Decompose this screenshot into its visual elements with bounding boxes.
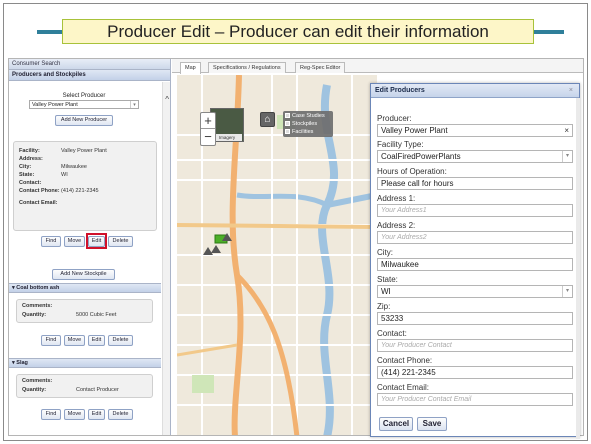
- zip-field[interactable]: 53233: [377, 312, 573, 325]
- contact-label: Contact:: [377, 329, 407, 338]
- city-label: City:: [377, 248, 393, 257]
- close-icon[interactable]: ×: [569, 84, 573, 98]
- scroll-up-icon[interactable]: ^: [165, 95, 169, 104]
- cancel-button[interactable]: Cancel: [379, 417, 413, 431]
- checkbox-icon[interactable]: [285, 121, 290, 126]
- layer-list: Case Studies Stockpiles Facilities: [283, 111, 333, 137]
- address2-label: Address 2:: [377, 221, 416, 230]
- move-stockpile-coal-button[interactable]: Move: [64, 335, 85, 346]
- edit-highlight-box: [86, 233, 107, 249]
- email-field[interactable]: Your Producer Contact Email: [377, 393, 573, 406]
- address1-label: Address 1:: [377, 194, 416, 203]
- chevron-down-icon[interactable]: ▾: [562, 151, 572, 162]
- producers-stockpiles-header[interactable]: Producers and Stockpiles: [9, 70, 170, 81]
- stockpile-card-slag: Comments: Quantity: Contact Producer: [16, 374, 153, 398]
- find-producer-button[interactable]: Find: [41, 236, 61, 247]
- dialog-title-bar[interactable]: Edit Producers ×: [371, 84, 579, 98]
- info-row-city: City: Milwaukee: [19, 164, 87, 170]
- tab-map[interactable]: Map: [180, 62, 201, 74]
- producer-info-card: Facility: Valley Power Plant Address: Cit…: [13, 141, 157, 231]
- add-new-stockpile-button[interactable]: Add New Stockpile: [52, 269, 115, 280]
- edit-stockpile-coal-button[interactable]: Edit: [88, 335, 105, 346]
- facility-type-select[interactable]: CoalFiredPowerPlants ▾: [377, 150, 573, 163]
- slag-quantity-row: Quantity: Contact Producer: [22, 387, 119, 393]
- tab-bar: Map Specifications / Regulations Reg-Spe…: [172, 59, 583, 74]
- state-label: State:: [377, 275, 398, 284]
- slide-title: Producer Edit – Producer can edit their …: [62, 19, 534, 44]
- layer-facilities[interactable]: Facilities: [285, 128, 331, 136]
- find-stockpile-coal-button[interactable]: Find: [41, 335, 61, 346]
- stockpile-header-slag[interactable]: ▾ Slag: [9, 358, 161, 368]
- layer-case-studies[interactable]: Case Studies: [285, 112, 331, 120]
- zoom-out-icon[interactable]: −: [201, 129, 215, 145]
- selected-producer-text: Valley Power Plant: [32, 102, 78, 108]
- checkbox-icon[interactable]: [285, 113, 290, 118]
- hours-label: Hours of Operation:: [377, 167, 447, 176]
- producer-select[interactable]: Valley Power Plant ▾: [29, 100, 139, 109]
- map-canvas[interactable]: Imagery + − ⌂ Case Studies Stockpiles Fa…: [177, 75, 377, 435]
- dialog-title: Edit Producers: [375, 87, 425, 94]
- state-select[interactable]: WI ▾: [377, 285, 573, 298]
- title-rule-right: [534, 30, 564, 34]
- slag-comments-row: Comments:: [22, 378, 53, 384]
- info-row-address: Address:: [19, 156, 43, 162]
- tab-reg-spec-editor[interactable]: Reg-Spec Editor: [295, 62, 346, 73]
- layer-stockpiles[interactable]: Stockpiles: [285, 120, 331, 128]
- home-icon[interactable]: ⌂: [260, 112, 275, 127]
- zoom-in-icon[interactable]: +: [201, 113, 215, 129]
- info-row-facility: Facility: Valley Power Plant: [19, 148, 107, 154]
- select-producer-label: Select Producer: [62, 93, 106, 99]
- move-stockpile-slag-button[interactable]: Move: [64, 409, 85, 420]
- move-producer-button[interactable]: Move: [64, 236, 85, 247]
- chevron-down-icon[interactable]: ▾: [130, 101, 138, 108]
- info-row-contact: Contact:: [19, 180, 42, 186]
- zoom-control: + −: [200, 112, 216, 146]
- coal-quantity-row: Quantity: 5000 Cubic Feet: [22, 312, 117, 318]
- stockpile-header-coal[interactable]: ▾ Coal bottom ash: [9, 283, 161, 293]
- contact-field[interactable]: Your Producer Contact: [377, 339, 573, 352]
- edit-stockpile-slag-button[interactable]: Edit: [88, 409, 105, 420]
- delete-stockpile-slag-button[interactable]: Delete: [108, 409, 133, 420]
- delete-stockpile-coal-button[interactable]: Delete: [108, 335, 133, 346]
- producer-label: Producer:: [377, 114, 412, 123]
- coal-comments-row: Comments:: [22, 303, 53, 309]
- address1-field[interactable]: Your Address1: [377, 204, 573, 217]
- add-new-producer-button[interactable]: Add New Producer: [55, 115, 113, 126]
- left-panel: Consumer Search Producers and Stockpiles…: [9, 59, 171, 435]
- email-label: Contact Email:: [377, 383, 430, 392]
- hours-field[interactable]: Please call for hours: [377, 177, 573, 190]
- chevron-down-icon[interactable]: ▾: [562, 286, 572, 297]
- edit-producers-dialog: Edit Producers × Producer: Valley Power …: [370, 83, 580, 439]
- city-field[interactable]: Milwaukee: [377, 258, 573, 271]
- facility-type-label: Facility Type:: [377, 140, 424, 149]
- imagery-label: Imagery: [212, 134, 242, 141]
- consumer-search-header[interactable]: Consumer Search: [9, 59, 170, 70]
- address2-field[interactable]: Your Address2: [377, 231, 573, 244]
- save-button[interactable]: Save: [417, 417, 447, 431]
- dialog-scrollbar[interactable]: [576, 98, 580, 439]
- phone-label: Contact Phone:: [377, 356, 433, 365]
- info-row-state: State: WI: [19, 172, 68, 178]
- stockpile-card-coal: Comments: Quantity: 5000 Cubic Feet: [16, 299, 153, 323]
- zip-label: Zip:: [377, 302, 391, 311]
- tab-specifications[interactable]: Specifications / Regulations: [208, 62, 286, 73]
- info-row-email: Contact Email:: [19, 200, 58, 206]
- info-row-phone: Contact Phone:(414) 221-2345: [19, 188, 99, 194]
- delete-producer-button[interactable]: Delete: [108, 236, 133, 247]
- checkbox-icon[interactable]: [285, 129, 290, 134]
- clear-icon[interactable]: ×: [564, 125, 569, 136]
- left-scrollbar[interactable]: [162, 82, 170, 435]
- find-stockpile-slag-button[interactable]: Find: [41, 409, 61, 420]
- phone-field[interactable]: (414) 221-2345: [377, 366, 573, 379]
- producer-name-field[interactable]: Valley Power Plant ×: [377, 124, 573, 137]
